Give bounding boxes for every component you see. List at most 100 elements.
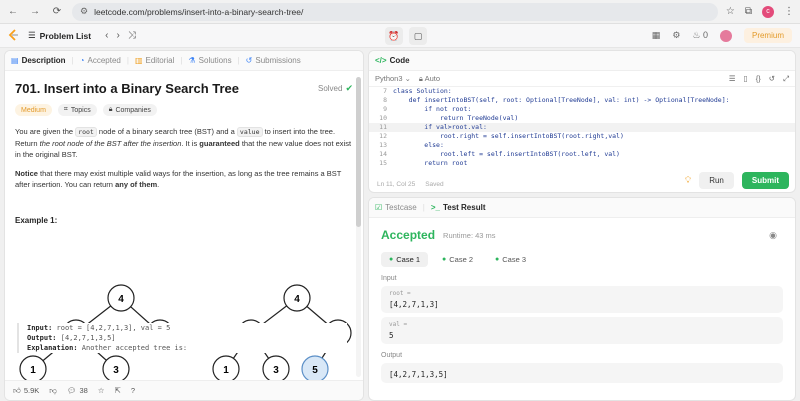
lock-icon: 🔒︎ bbox=[108, 106, 113, 113]
star-icon[interactable]: ☆ bbox=[98, 386, 105, 395]
timer-icon[interactable]: ⏰ bbox=[385, 27, 403, 45]
description-panel: ▤ Description | ◔ Accepted | ▥ Editorial | … bbox=[4, 50, 364, 401]
flask-icon: ⚗ bbox=[188, 56, 196, 65]
thumbs-down-icon[interactable]: 👎︎ bbox=[49, 386, 57, 396]
code-tabs: </> Code bbox=[369, 51, 795, 71]
site-info-icon[interactable]: ⚙ bbox=[80, 6, 88, 17]
code-line: 8 def insertIntoBST(self, root: Optional… bbox=[383, 96, 730, 104]
tab-accepted[interactable]: ◔ Accepted bbox=[80, 56, 121, 65]
svg-text:4: 4 bbox=[294, 294, 300, 305]
case-tabs: ● Case 1 ● Case 2 ● Case 3 bbox=[381, 252, 783, 267]
case-tab-3[interactable]: ● Case 3 bbox=[487, 252, 534, 267]
description-tabs: ▤ Description | ◔ Accepted | ▥ Editorial | … bbox=[5, 51, 363, 71]
premium-button[interactable]: Premium bbox=[743, 28, 792, 43]
leetcode-logo-icon[interactable] bbox=[8, 29, 20, 43]
verdict-label: Accepted bbox=[381, 228, 436, 242]
example-block: Input: root = [4,2,7,1,3], val = 5 Outpu… bbox=[17, 323, 347, 353]
url-text: leetcode.com/problems/insert-into-a-bina… bbox=[94, 6, 304, 17]
tab-solutions[interactable]: ⚗ Solutions bbox=[188, 56, 231, 65]
profile-avatar[interactable]: c bbox=[762, 5, 774, 18]
difficulty-badge[interactable]: Medium bbox=[15, 104, 52, 116]
code-toolbar: Python3 ⌄ 🔒︎ Auto ☰ ▯ {} ↺ ⤢ bbox=[369, 71, 795, 87]
browser-menu-icon[interactable]: ⋮ bbox=[784, 6, 794, 17]
description-footer: 👍︎ 5.9K 👎︎ 💬︎ 38 ☆ ⇱ ? bbox=[5, 380, 363, 400]
checkbox-icon: ☑ bbox=[375, 203, 383, 212]
check-circle-icon: ✔ bbox=[345, 83, 353, 93]
tree2-node: 1 bbox=[212, 355, 240, 383]
help-icon[interactable]: ? bbox=[131, 386, 135, 395]
code-line: 7 class Solution: bbox=[383, 87, 452, 95]
example-title: Example 1: bbox=[15, 216, 58, 225]
forward-icon[interactable]: → bbox=[28, 5, 42, 19]
problem-description: You are given the root node of a binary … bbox=[15, 127, 352, 189]
tab-testcase[interactable]: ☑ Testcase bbox=[375, 203, 417, 212]
bookmark-icon[interactable]: ▯ bbox=[744, 74, 748, 84]
run-button[interactable]: Run bbox=[699, 171, 734, 189]
layout-icon[interactable]: ▦ bbox=[652, 30, 661, 41]
expand-icon[interactable]: ⤢ bbox=[783, 74, 789, 84]
notes-icon[interactable]: ▢ bbox=[409, 27, 427, 45]
document-icon: ▤ bbox=[11, 56, 19, 65]
tab-editorial[interactable]: ▥ Editorial bbox=[135, 56, 174, 65]
code-editor[interactable]: 7 class Solution: 8 def insertIntoBST(sel… bbox=[369, 87, 795, 177]
fire-streak-icon[interactable]: ♨ 0 bbox=[692, 30, 708, 41]
case-tab-2[interactable]: ● Case 2 bbox=[434, 252, 481, 267]
input-label: Input bbox=[381, 275, 397, 282]
submit-button[interactable]: Submit bbox=[741, 171, 789, 189]
runtime-label: Runtime: 43 ms bbox=[443, 230, 496, 240]
tab-submissions[interactable]: ↺ Submissions bbox=[246, 56, 301, 65]
auto-mode[interactable]: 🔒︎ Auto bbox=[419, 74, 440, 84]
code-line: 13 else: bbox=[379, 141, 444, 149]
code-panel: </> Code Python3 ⌄ 🔒︎ Auto ☰ ▯ {} ↺ ⤢ 7 cl… bbox=[368, 50, 796, 193]
tab-code[interactable]: </> Code bbox=[375, 56, 410, 65]
streak-count: 0 bbox=[702, 30, 708, 40]
svg-text:4: 4 bbox=[118, 294, 124, 305]
tab-description[interactable]: ▤ Description bbox=[11, 56, 66, 65]
clock-icon: ◔ bbox=[79, 56, 85, 65]
code-icon: </> bbox=[375, 56, 387, 65]
comments-button[interactable]: 💬︎ 38 bbox=[67, 386, 88, 395]
solved-status: Solved ✔ bbox=[317, 83, 353, 93]
tree1-node: 1 bbox=[19, 355, 47, 383]
tag-icon: ⌗ bbox=[63, 106, 68, 113]
svg-text:3: 3 bbox=[113, 365, 119, 376]
reset-icon[interactable]: ↺ bbox=[769, 74, 775, 84]
user-avatar[interactable] bbox=[719, 29, 732, 42]
book-icon: ▥ bbox=[134, 56, 143, 65]
tab-test-result[interactable]: >_ Test Result bbox=[431, 203, 486, 212]
bookmark-star-icon[interactable]: ☆ bbox=[726, 6, 735, 17]
braces-icon[interactable]: {} bbox=[756, 74, 761, 84]
svg-text:5: 5 bbox=[312, 365, 318, 376]
language-select[interactable]: Python3 ⌄ bbox=[375, 74, 411, 83]
address-bar[interactable]: ⚙ leetcode.com/problems/insert-into-a-bi… bbox=[72, 2, 718, 21]
result-tabs: ☑ Testcase | >_ Test Result bbox=[369, 198, 795, 218]
topics-chip[interactable]: ⌗ Topics bbox=[57, 104, 97, 116]
svg-text:1: 1 bbox=[30, 365, 36, 376]
eye-icon[interactable]: ◉ bbox=[769, 230, 777, 241]
val-input-box: val = 5 bbox=[381, 317, 783, 344]
shuffle-icon[interactable]: ⤨ bbox=[128, 30, 136, 41]
tree2-new-node: 5 bbox=[301, 355, 329, 383]
problem-list-button[interactable]: ☰ Problem List bbox=[28, 30, 91, 41]
scrollbar-thumb[interactable] bbox=[356, 77, 361, 227]
like-button[interactable]: 👍︎ 5.9K bbox=[13, 386, 39, 396]
code-line: 10 return TreeNode(val) bbox=[379, 114, 519, 122]
terminal-icon: >_ bbox=[430, 203, 440, 212]
companies-chip[interactable]: 🔒︎ Companies bbox=[102, 104, 157, 116]
history-icon: ↺ bbox=[245, 56, 253, 65]
next-problem-icon[interactable]: › bbox=[116, 30, 119, 41]
code-line: 15 return root bbox=[379, 159, 468, 167]
prev-problem-icon[interactable]: ‹ bbox=[105, 30, 108, 41]
code-line: 12 root.right = self.insertIntoBST(root.… bbox=[379, 132, 624, 140]
result-panel: ☑ Testcase | >_ Test Result ◉ Accepted Run… bbox=[368, 197, 796, 401]
back-icon[interactable]: ← bbox=[6, 5, 20, 19]
tree1-node: 3 bbox=[102, 355, 130, 383]
share-icon[interactable]: ⇱ bbox=[115, 386, 121, 395]
reload-icon[interactable]: ⟳ bbox=[50, 5, 64, 19]
extensions-icon[interactable]: ⧉ bbox=[745, 6, 752, 17]
settings-icon[interactable]: ⚙ bbox=[672, 30, 680, 41]
bulb-icon[interactable]: 💡︎ bbox=[685, 175, 691, 186]
case-tab-1[interactable]: ● Case 1 bbox=[381, 252, 428, 267]
output-label: Output bbox=[381, 352, 403, 359]
format-icon[interactable]: ☰ bbox=[729, 74, 736, 84]
